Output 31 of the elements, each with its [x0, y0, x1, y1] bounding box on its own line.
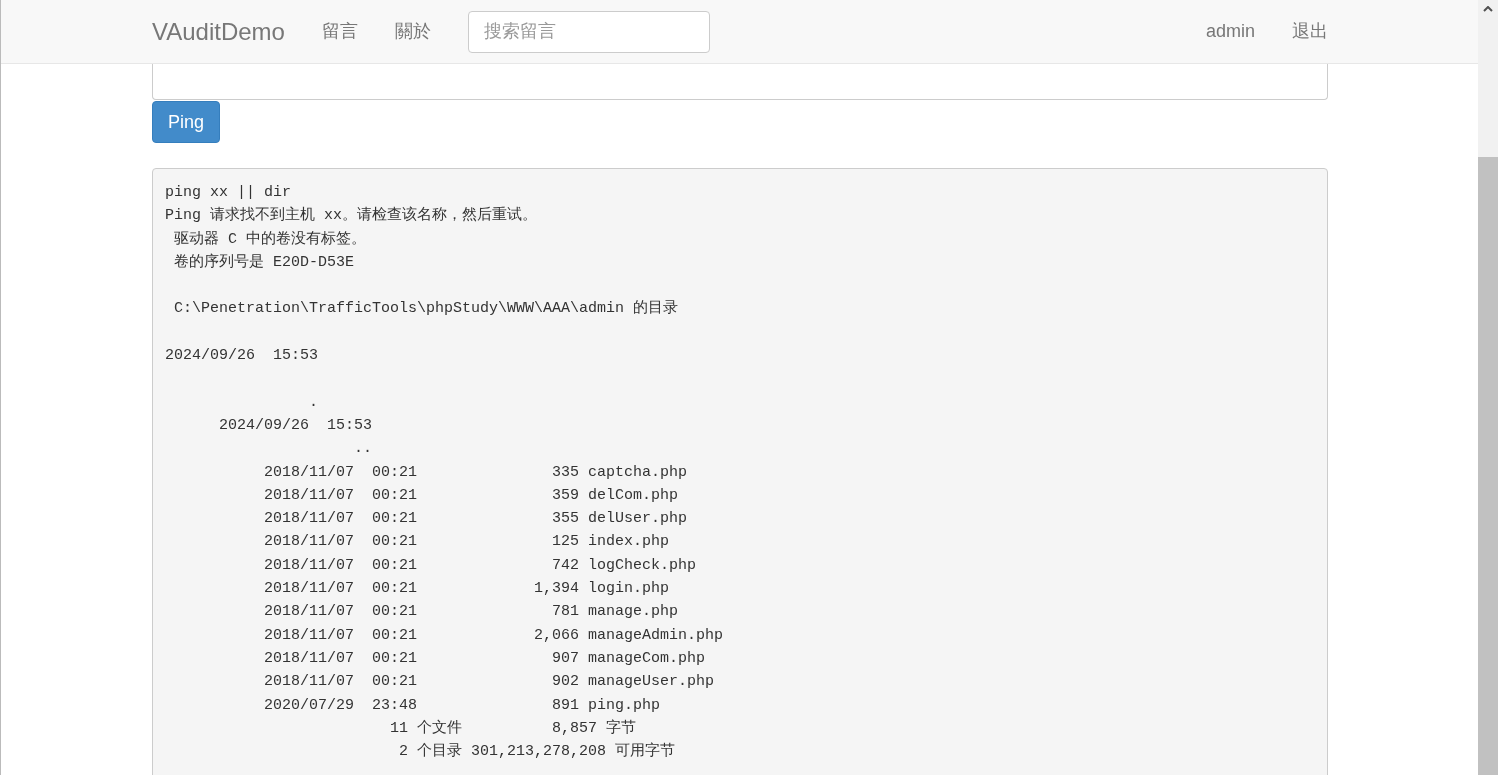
nav-link[interactable]: 關於 [394, 18, 431, 45]
brand-link[interactable]: VAuditDemo [152, 13, 285, 50]
output-line: 2024/09/26 15:53 [218, 416, 373, 434]
output-line: 2018/11/07 00:21 125 index.php [263, 533, 670, 551]
output-line: 2018/11/07 00:21 335 captcha.php [263, 463, 688, 481]
output-line: Ping 请求找不到主机 xx。请检查该名称，然后重试。 [165, 207, 537, 225]
scroll-up-icon[interactable] [1483, 6, 1493, 12]
output-line: 2018/11/07 00:21 742 logCheck.php [263, 556, 697, 574]
output-line: 2018/11/07 00:21 781 manage.php [263, 603, 679, 621]
output-line: .. [353, 440, 373, 458]
output-line: 卷的序列号是 E20D-D53E [173, 253, 355, 271]
output-line: 11 个文件 8,857 字节 [389, 719, 637, 737]
output-line: 2020/07/29 23:48 891 ping.php [263, 696, 661, 714]
output-line: ping xx || dir [165, 184, 292, 201]
output-line: 驱动器 C 中的卷没有标签。 [173, 230, 366, 248]
output-line: 2 个目录 301,213,278,208 可用字节 [398, 743, 676, 761]
output-line: C:\Penetration\TrafficTools\phpStudy\WWW\AAA\admin 的目录 [173, 300, 679, 318]
output-line: 2018/11/07 00:21 355 delUser.php [263, 510, 688, 528]
output-line: 2018/11/07 00:21 2,066 manageAdmin.php [263, 626, 724, 644]
output-line: . [308, 393, 319, 411]
nav-link[interactable]: 留言 [321, 18, 358, 45]
output-line: 2018/11/07 00:21 359 delCom.php [263, 486, 679, 504]
scrollbar-thumb[interactable] [1478, 157, 1498, 775]
output-line: 2018/11/07 00:21 1,394 login.php [263, 580, 670, 598]
output-line: 2024/09/26 15:53 [165, 347, 319, 365]
output-line: 2018/11/07 00:21 902 manageUser.php [263, 673, 715, 691]
nav-link[interactable]: 退出 [1292, 18, 1328, 45]
search-field[interactable]: 搜索留言 [467, 10, 710, 53]
nav-link[interactable]: admin [1205, 18, 1255, 45]
ping-button[interactable]: Ping [152, 101, 221, 143]
output-line: 2018/11/07 00:21 907 manageCom.php [263, 649, 706, 667]
